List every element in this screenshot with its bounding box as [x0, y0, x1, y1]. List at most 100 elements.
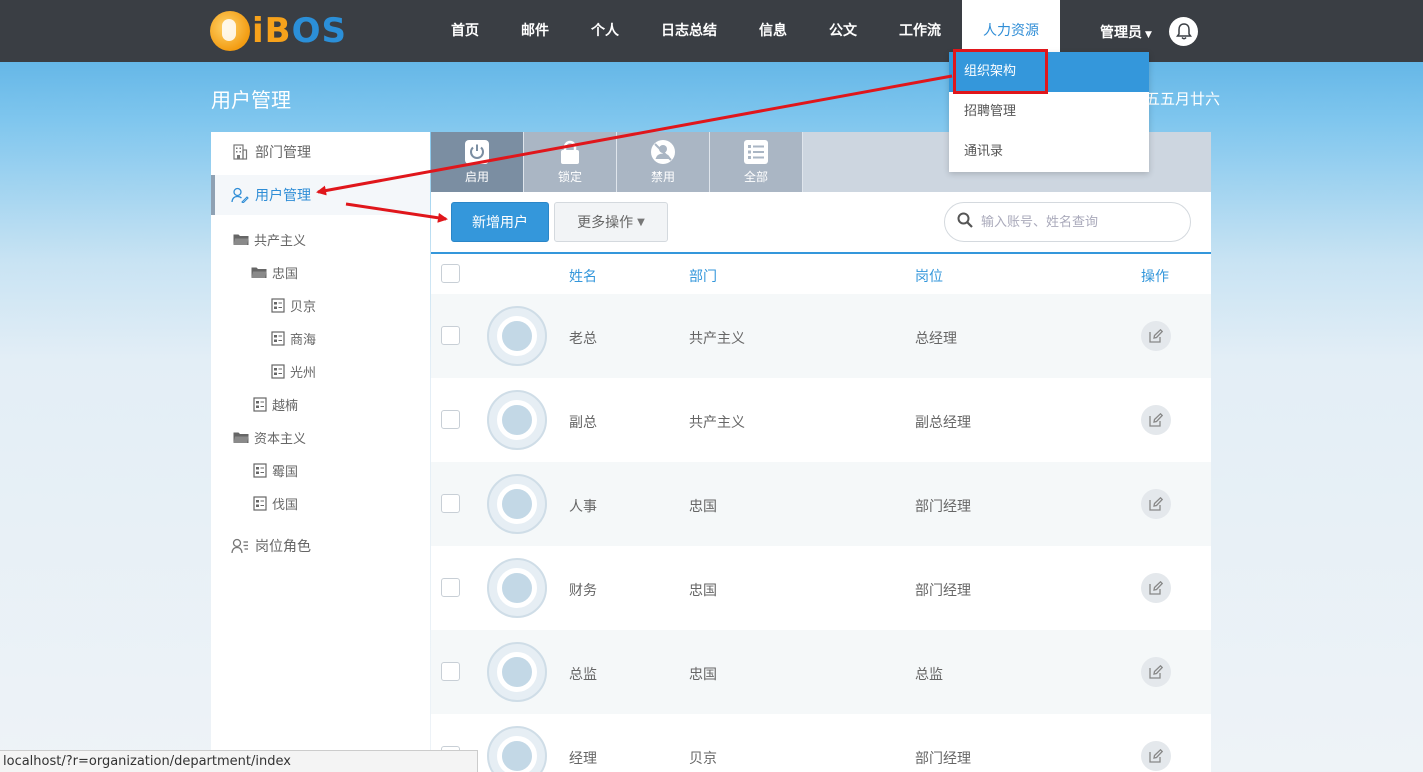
table-row[interactable]: 老总 共产主义 总经理 — [431, 294, 1211, 378]
department-doc-icon — [253, 495, 267, 511]
tree-node-guangzhou[interactable]: 光州 — [271, 361, 316, 381]
table-row[interactable]: 财务 忠国 部门经理 — [431, 546, 1211, 630]
department-cell: 忠国 — [689, 667, 717, 683]
avatar[interactable] — [487, 306, 547, 366]
tab-locked[interactable]: 锁定 — [524, 132, 617, 192]
position-cell: 部门经理 — [915, 751, 971, 767]
user-name-cell[interactable]: 总监 — [569, 664, 597, 684]
sidebar-item-label: 部门管理 — [255, 145, 311, 161]
tree-node-yuenan[interactable]: 越楠 — [253, 394, 298, 414]
more-actions-label: 更多操作 — [577, 215, 634, 231]
select-all-checkbox[interactable] — [441, 264, 460, 283]
folder-icon — [233, 233, 249, 246]
add-user-button[interactable]: 新增用户 — [451, 202, 549, 242]
position-cell: 部门经理 — [915, 583, 971, 599]
user-name-cell[interactable]: 财务 — [569, 580, 597, 600]
tab-disabled[interactable]: 禁用 — [617, 132, 710, 192]
more-actions-button[interactable]: 更多操作 ▼ — [554, 202, 668, 242]
column-header-position[interactable]: 岗位 — [915, 266, 943, 286]
tab-label: 禁用 — [650, 170, 675, 184]
department-cell: 忠国 — [689, 583, 717, 599]
ibos-logo[interactable]: iBOS — [210, 10, 347, 52]
nav-item-docs[interactable]: 公文 — [808, 0, 878, 62]
tree-node-label: 霉国 — [272, 464, 299, 480]
tree-node-meiguo[interactable]: 霉国 — [253, 460, 298, 480]
department-doc-icon — [253, 396, 267, 412]
department-cell: 贝京 — [689, 751, 717, 767]
user-name-cell[interactable]: 经理 — [569, 748, 597, 768]
folder-icon — [251, 266, 267, 279]
user-name-cell[interactable]: 人事 — [569, 496, 597, 516]
table-row[interactable]: 人事 忠国 部门经理 — [431, 462, 1211, 546]
table-row[interactable]: 副总 共产主义 副总经理 — [431, 378, 1211, 462]
nav-item-mail[interactable]: 邮件 — [500, 0, 570, 62]
top-navbar: iBOS 首页 邮件 个人 日志总结 信息 公文 工作流 人力资源 管理员 ▼ — [0, 0, 1423, 62]
column-header-department[interactable]: 部门 — [689, 266, 717, 286]
position-cell: 总经理 — [915, 331, 957, 347]
sidebar: 部门管理 用户管理 共产主义 忠国 贝京 商海 光州 越楠 资本主义 霉国 伐国 — [211, 132, 430, 772]
row-checkbox[interactable] — [441, 578, 460, 597]
tab-all[interactable]: 全部 — [710, 132, 803, 192]
nav-item-personal[interactable]: 个人 — [570, 0, 640, 62]
tree-node-zhongguo[interactable]: 忠国 — [251, 262, 298, 282]
sidebar-item-users[interactable]: 用户管理 — [211, 175, 430, 215]
menu-item-contacts[interactable]: 通讯录 — [949, 132, 1149, 172]
user-name-cell[interactable]: 老总 — [569, 328, 597, 348]
avatar[interactable] — [487, 726, 547, 772]
position-cell: 部门经理 — [915, 499, 971, 515]
edit-icon[interactable] — [1141, 321, 1171, 351]
row-checkbox[interactable] — [441, 662, 460, 681]
nav-item-info[interactable]: 信息 — [738, 0, 808, 62]
tree-node-beijing[interactable]: 贝京 — [271, 295, 316, 315]
row-checkbox[interactable] — [441, 494, 460, 513]
tree-node-label: 商海 — [290, 332, 317, 348]
department-cell: 忠国 — [689, 499, 717, 515]
search-input[interactable] — [981, 214, 1171, 230]
row-checkbox[interactable] — [441, 410, 460, 429]
user-name: 管理员 — [1100, 25, 1142, 41]
sidebar-item-label: 用户管理 — [255, 188, 311, 204]
column-header-name[interactable]: 姓名 — [569, 266, 597, 286]
avatar[interactable] — [487, 558, 547, 618]
row-checkbox[interactable] — [441, 326, 460, 345]
tree-node-shanghai[interactable]: 商海 — [271, 328, 316, 348]
tree-node-label: 越楠 — [272, 398, 299, 414]
user-name-cell[interactable]: 副总 — [569, 412, 597, 432]
column-header-actions: 操作 — [1141, 269, 1169, 285]
table-row[interactable]: 总监 忠国 总监 — [431, 630, 1211, 714]
edit-icon[interactable] — [1141, 489, 1171, 519]
annotation-highlight-box — [953, 49, 1048, 94]
tab-enabled[interactable]: 启用 — [431, 132, 524, 192]
tree-node-label: 共产主义 — [254, 233, 307, 249]
edit-icon[interactable] — [1141, 657, 1171, 687]
sidebar-item-department[interactable]: 部门管理 — [211, 132, 430, 172]
sidebar-item-roles[interactable]: 岗位角色 — [211, 526, 430, 566]
nav-item-home[interactable]: 首页 — [430, 0, 500, 62]
caret-down-icon: ▼ — [637, 216, 645, 228]
tree-node-label: 光州 — [290, 365, 317, 381]
menu-item-recruitment[interactable]: 招聘管理 — [949, 92, 1149, 132]
tree-node-faguo[interactable]: 伐国 — [253, 493, 298, 513]
table-header: 姓名 部门 岗位 操作 — [431, 254, 1211, 294]
tree-node-communism[interactable]: 共产主义 — [233, 229, 306, 249]
edit-icon[interactable] — [1141, 573, 1171, 603]
edit-icon[interactable] — [1141, 405, 1171, 435]
avatar[interactable] — [487, 474, 547, 534]
edit-icon[interactable] — [1141, 741, 1171, 771]
tab-label: 全部 — [743, 170, 768, 184]
tree-node-capitalism[interactable]: 资本主义 — [233, 427, 306, 447]
folder-icon — [233, 431, 249, 444]
logo-mark-icon — [210, 11, 250, 51]
user-menu[interactable]: 管理员 ▼ — [1100, 22, 1152, 42]
bell-icon[interactable] — [1169, 17, 1198, 46]
lock-icon — [557, 139, 583, 165]
tab-label: 锁定 — [557, 170, 582, 184]
avatar[interactable] — [487, 642, 547, 702]
table-row[interactable]: 经理 贝京 部门经理 — [431, 714, 1211, 772]
browser-status-url: localhost/?r=organization/department/ind… — [0, 750, 478, 772]
tree-node-label: 忠国 — [272, 266, 299, 282]
department-doc-icon — [253, 462, 267, 478]
avatar[interactable] — [487, 390, 547, 450]
nav-item-diary[interactable]: 日志总结 — [640, 0, 738, 62]
building-icon — [231, 143, 249, 161]
